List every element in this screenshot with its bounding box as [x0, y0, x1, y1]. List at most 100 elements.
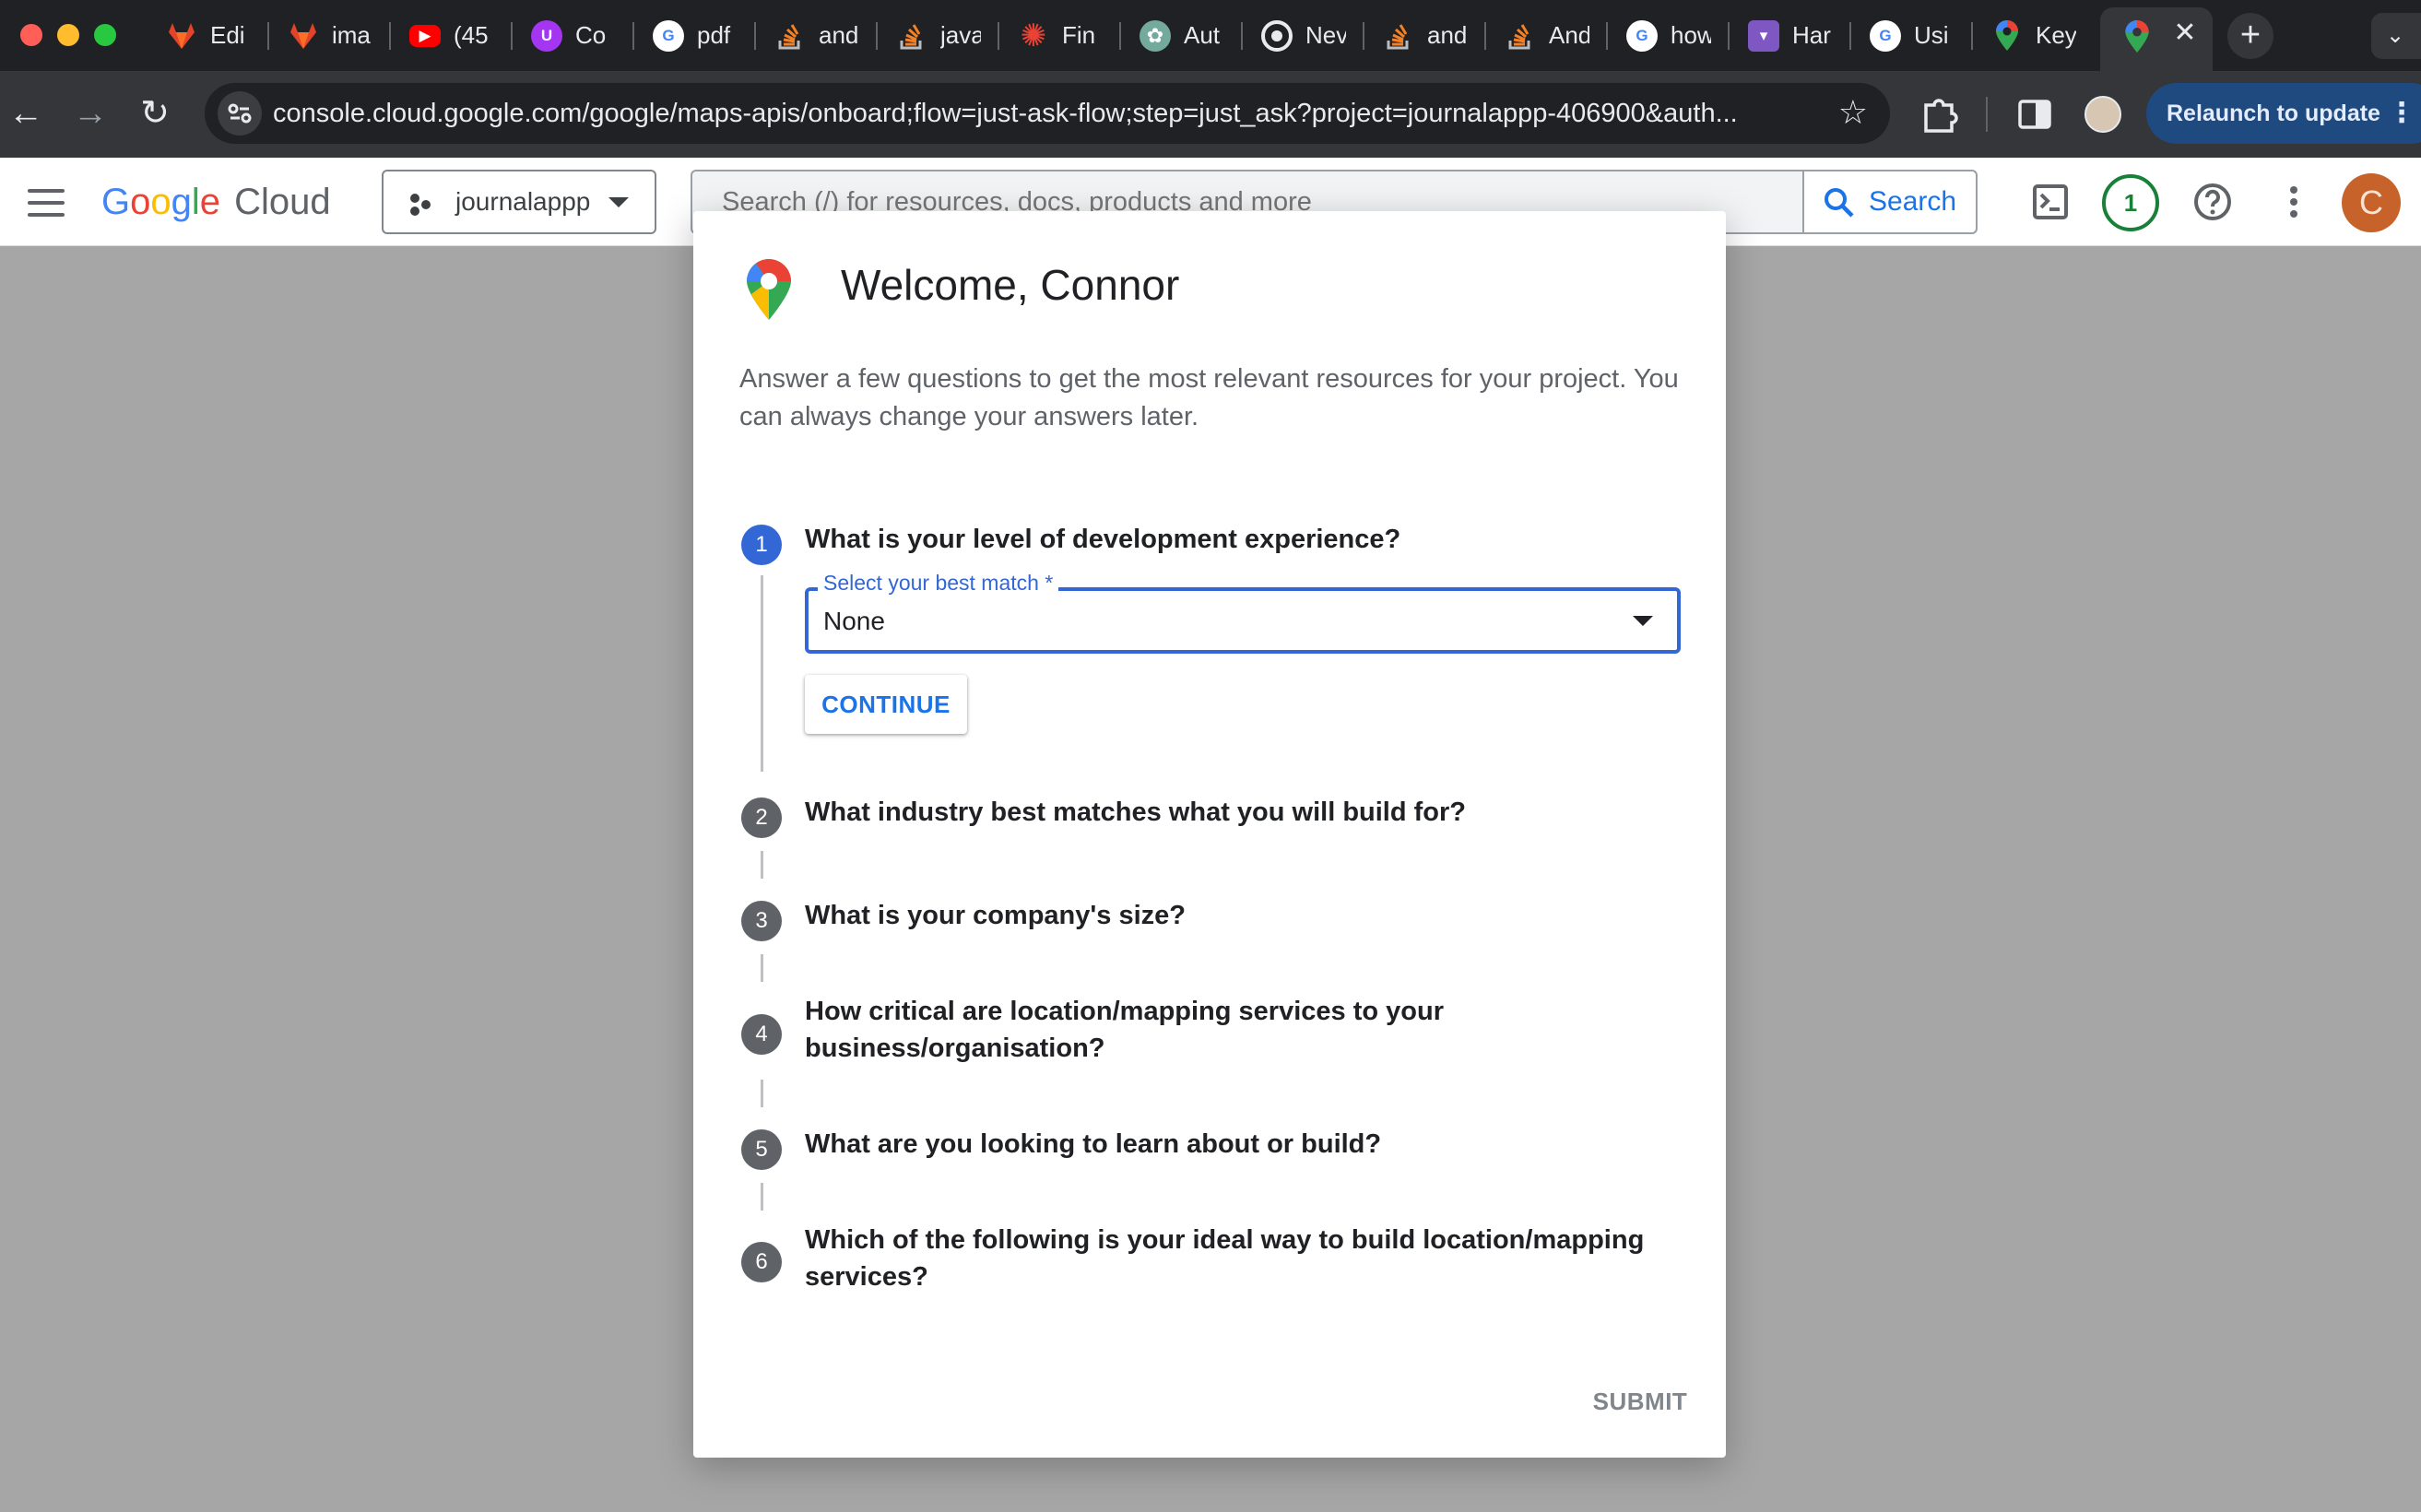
onboarding-dialog: Welcome, Connor Answer a few questions t… [693, 211, 1726, 1458]
profile-avatar-icon[interactable] [2084, 96, 2121, 133]
tab-title: and [1427, 21, 1468, 49]
chrome-icon [1261, 19, 1293, 52]
step-connector-line [761, 1080, 763, 1107]
notifications-badge[interactable]: 1 [2102, 174, 2159, 231]
tab-separator [1241, 22, 1243, 50]
browser-tab-strip: Edi ima ▶ (45 U Co G pdf and java ✺ Fin … [0, 0, 2421, 71]
tab-title: Edi [210, 21, 245, 49]
new-tab-button[interactable]: + [2227, 13, 2273, 59]
step-number-badge: 6 [741, 1242, 782, 1282]
tab-separator [1484, 22, 1486, 50]
address-bar[interactable]: console.cloud.google.com/google/maps-api… [205, 83, 1890, 144]
side-panel-icon[interactable] [2015, 95, 2054, 134]
browser-tab[interactable]: and [1372, 0, 1468, 71]
extensions-puzzle-icon[interactable] [1918, 93, 1960, 136]
browser-tab[interactable]: ▶ (45 [398, 0, 494, 71]
site-info-icon[interactable] [218, 91, 262, 136]
caret-down-icon [1633, 616, 1653, 626]
account-avatar[interactable]: C [2342, 173, 2401, 232]
forward-arrow-icon[interactable]: → [65, 71, 116, 158]
logo-google-text: Google [101, 182, 221, 222]
google-cloud-logo[interactable]: Google Cloud [101, 174, 331, 230]
google-maps-pin-icon [747, 259, 791, 320]
maximize-window-button[interactable] [94, 24, 116, 46]
browser-tab[interactable]: ima [277, 0, 372, 71]
browser-tab[interactable]: G pdf [642, 0, 738, 71]
browser-tab[interactable]: ▾ Har [1737, 0, 1833, 71]
dialog-intro-text: Answer a few questions to get the most r… [739, 364, 1679, 431]
tab-title: Co [575, 21, 607, 49]
back-arrow-icon[interactable]: ← [0, 71, 52, 158]
more-vert-icon[interactable] [2266, 174, 2321, 230]
caret-down-icon [608, 197, 629, 207]
browser-tab[interactable]: Key [1980, 0, 2076, 71]
tab-title: Har [1792, 21, 1831, 49]
continue-button[interactable]: CONTINUE [805, 675, 967, 734]
browser-tab[interactable]: java [885, 0, 981, 71]
reload-icon[interactable]: ↻ [129, 71, 181, 158]
close-window-button[interactable] [20, 24, 42, 46]
tab-separator [1606, 22, 1608, 50]
browser-tab[interactable]: Edi [155, 0, 251, 71]
tab-separator [1971, 22, 1973, 50]
relaunch-update-button[interactable]: Relaunch to update ⋮ [2146, 83, 2421, 144]
logo-cloud-text: Cloud [234, 182, 331, 222]
minimize-window-button[interactable] [57, 24, 79, 46]
tab-title: And [1549, 21, 1589, 49]
close-tab-icon[interactable]: ✕ [2168, 15, 2202, 52]
maps-icon [2124, 20, 2150, 58]
step-question[interactable]: What is your company's size? [805, 897, 1653, 934]
hamburger-menu-icon[interactable] [28, 189, 65, 217]
maps-icon [1991, 19, 2023, 52]
tab-title: Fin [1062, 21, 1096, 49]
browser-tab[interactable]: ✿ Aut [1128, 0, 1224, 71]
tab-search-chevron-icon[interactable]: ⌄ [2371, 13, 2421, 59]
step-number-badge: 3 [741, 901, 782, 941]
search-button[interactable]: Search [1802, 171, 1976, 232]
step-question[interactable]: What industry best matches what you will… [805, 794, 1653, 831]
kebab-menu-icon[interactable]: ⋮ [2388, 83, 2415, 144]
step-connector-line [761, 954, 763, 982]
tab-separator [632, 22, 634, 50]
browser-tab[interactable]: G Usi [1859, 0, 1955, 71]
stackoverflow-icon [774, 20, 806, 52]
gitlab-icon [166, 20, 197, 52]
tab-separator [1119, 22, 1121, 50]
step-number-badge: 1 [741, 525, 782, 565]
chatgpt-icon: ✿ [1140, 19, 1171, 52]
submit-button[interactable]: SUBMIT [1580, 1375, 1700, 1428]
experience-select[interactable]: Select your best match * None [805, 569, 1681, 654]
browser-tab[interactable]: ✺ Fin [1007, 0, 1103, 71]
help-question-icon[interactable] [2185, 174, 2240, 230]
step-connector-line [761, 575, 763, 772]
step-question[interactable]: Which of the following is your ideal way… [805, 1222, 1653, 1295]
asterisk-icon: ✺ [1020, 18, 1047, 53]
gitlab-icon [288, 20, 319, 52]
bookmark-icon: ▾ [1748, 19, 1779, 52]
browser-toolbar: ← → ↻ console.cloud.google.com/google/ma… [0, 71, 2421, 158]
select-value: None [823, 607, 885, 635]
browser-tab[interactable]: and [763, 0, 859, 71]
dialog-title: Welcome, Connor [841, 261, 1180, 309]
tab-separator [511, 22, 513, 50]
search-icon [1825, 188, 1854, 218]
browser-tab[interactable]: G how [1615, 0, 1711, 71]
tab-title: pdf [697, 21, 731, 49]
step-question: What is your level of development experi… [805, 525, 1401, 554]
bookmark-star-icon[interactable]: ☆ [1838, 83, 1868, 144]
step-question[interactable]: How critical are location/mapping servic… [805, 993, 1653, 1067]
stackoverflow-icon [896, 20, 927, 52]
tab-title: Nev [1305, 21, 1346, 49]
stackoverflow-icon [1505, 20, 1536, 52]
step-question[interactable]: What are you looking to learn about or b… [805, 1126, 1653, 1163]
browser-tab[interactable]: Nev [1250, 0, 1346, 71]
browser-tab[interactable]: And [1494, 0, 1589, 71]
google-icon: G [653, 19, 684, 52]
youtube-icon: ▶ [409, 24, 441, 47]
tab-separator [267, 22, 269, 50]
url-text[interactable]: console.cloud.google.com/google/maps-api… [273, 83, 1738, 144]
project-hexagons-icon [410, 194, 431, 216]
project-picker[interactable]: journalappp [382, 170, 656, 234]
browser-tab[interactable]: U Co [520, 0, 616, 71]
cloud-shell-terminal-icon[interactable] [2023, 174, 2078, 230]
